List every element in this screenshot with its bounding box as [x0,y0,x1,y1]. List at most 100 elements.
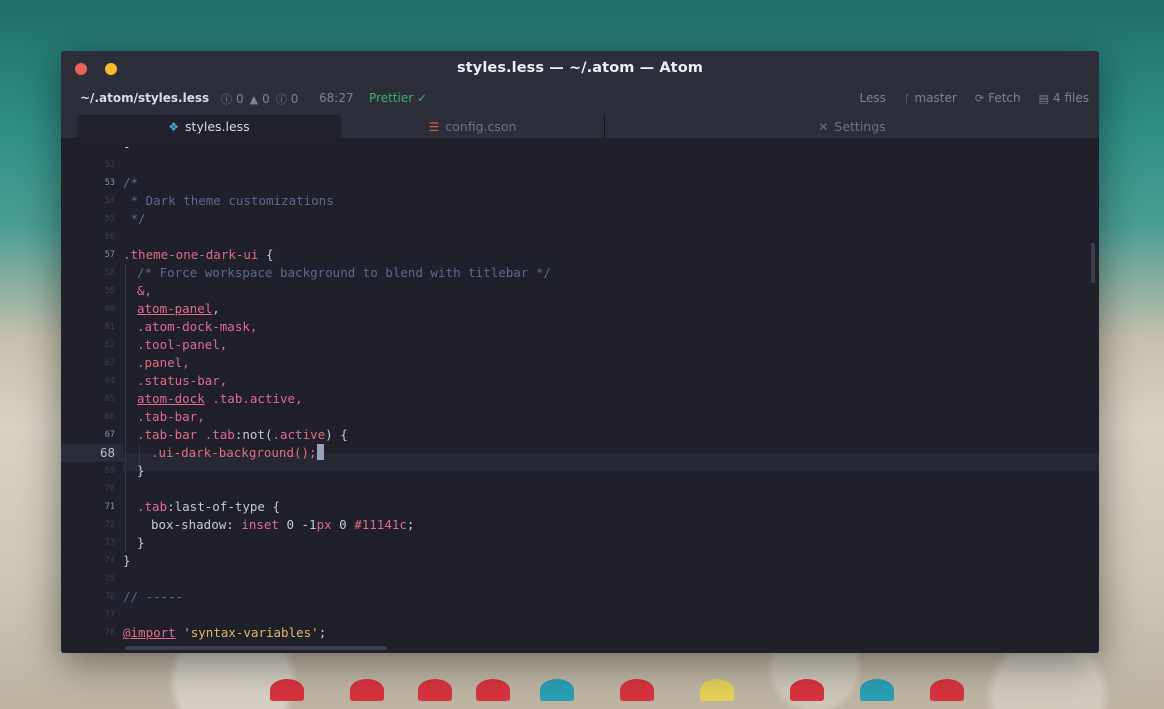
line-number: 62 [104,340,115,350]
branch-icon: ᚴ [903,91,911,105]
line-number: 61 [104,322,115,332]
tab-bar: ❖ styles.less ☰ config.cson ✕ Settings [61,115,1099,138]
text-editor[interactable]: 52 53 54 55 56 57 58 59 60 61 62 63 64 6… [61,138,1099,653]
database-icon: ☰ [428,119,440,134]
line-number: 75 [104,574,115,584]
line-number: 63 [104,358,115,368]
tab-config-cson[interactable]: ☰ config.cson [341,115,605,138]
vertical-scrollbar[interactable] [1091,243,1095,283]
tab-styles-less[interactable]: ❖ styles.less [77,115,341,138]
line-number: 53 [104,178,115,188]
line-number: 73 [104,538,115,548]
git-branch[interactable]: ᚴ master [904,91,957,105]
files-label: 4 files [1053,91,1089,105]
line-number: 64 [104,376,115,386]
color-value: #11141c [354,517,407,532]
comment: /* [123,175,139,190]
line-number: 76 [104,592,115,602]
line-number: 67 [104,430,115,440]
selector: .panel, [137,355,190,370]
linter-diagnostics[interactable]: ⓘ 0 ▲ 0 ⓘ 0 [221,91,298,107]
brace: } [123,553,131,568]
line-number: 71 [104,502,115,512]
string: 'syntax-variables' [175,625,319,640]
line-number: 66 [104,412,115,422]
pseudo-class: :not( [234,427,273,442]
changed-files[interactable]: ▤ 4 files [1039,91,1089,105]
selector: .tool-panel, [137,337,228,352]
error-count: 0 [236,92,244,106]
info-count: 0 [290,92,299,106]
selector: .status-bar, [137,373,228,388]
fetch-label: Fetch [988,91,1021,105]
code-token: - [123,139,131,154]
line-number: 60 [104,304,115,314]
mixin-call: .ui-dark-background(); [151,445,317,460]
value: 0 -1 [286,517,317,532]
file-path[interactable]: ~/.atom/styles.less [80,91,209,105]
line-number: 72 [104,520,115,530]
line-number: 77 [104,610,115,620]
pseudo-class: :last-of-type { [167,499,280,514]
indent-guide [125,264,126,552]
selector: &, [137,283,153,298]
horizontal-scrollbar[interactable] [125,646,387,650]
line-number: 74 [104,556,115,566]
tag-selector: atom-panel [137,301,213,316]
file-diff-icon: ▤ [1038,91,1050,105]
brace: { [258,247,274,262]
prettier-status[interactable]: Prettier ✓ [369,91,427,105]
error-icon: ⓘ [221,93,232,106]
status-bar: ~/.atom/styles.less ⓘ 0 ▲ 0 ⓘ 0 68:27 Pr… [61,91,1099,111]
branch-label: master [914,91,957,105]
tab-label: styles.less [185,119,250,134]
line-number: 69 [104,466,115,476]
line-number: 58 [104,268,115,278]
tools-icon: ✕ [818,119,829,134]
titlebar: styles.less — ~/.atom — Atom ~/.atom/sty… [61,51,1099,138]
warning-icon: ▲ [249,92,259,106]
line-number: 57 [104,250,115,260]
line-number: 70 [104,484,115,494]
sync-icon: ⟳ [974,91,985,105]
selector: .atom-dock-mask, [137,319,258,334]
current-line-number: 68 [61,444,123,462]
warning-count: 0 [262,92,270,106]
line-number: 78 [104,628,115,638]
tab-label: Settings [834,119,886,134]
cursor-position[interactable]: 68:27 [319,91,354,105]
selector: .active [272,427,326,442]
comment: * Dark theme customizations [123,193,334,208]
info-icon: ⓘ [275,93,287,106]
selector: .tab-bar, [137,409,205,424]
window-title: styles.less — ~/.atom — Atom [457,60,703,76]
line-number: 59 [104,286,115,296]
css-icon: ❖ [168,119,180,134]
code-area[interactable]: - /* * Dark theme customizations */ .the… [123,138,1087,653]
grammar-label: Less [859,91,886,105]
at-rule: @import [123,625,176,640]
value: 0 [339,517,355,532]
tab-label: config.cson [445,119,517,134]
line-number-gutter: 52 53 54 55 56 57 58 59 60 61 62 63 64 6… [61,138,123,653]
comment: */ [123,211,146,226]
brace: } [137,535,145,550]
comment: /* Force workspace background to blend w… [137,265,551,280]
brace: ) { [325,427,348,442]
value: inset [241,517,287,532]
tab-settings[interactable]: ✕ Settings [605,115,1099,138]
property: box-shadow: [151,517,242,532]
comment: // ----- [123,589,184,604]
line-number: 65 [104,394,115,404]
line-number: 56 [104,232,115,242]
atom-window: styles.less — ~/.atom — Atom ~/.atom/sty… [61,51,1099,653]
text-cursor [316,444,324,460]
fetch-button[interactable]: ⟳ Fetch [975,91,1021,105]
selector: .tab [137,499,168,514]
unit: px [316,517,340,532]
selector: .theme-one-dark-ui [123,247,259,262]
tag-selector: atom-dock [137,391,205,406]
line-number: 55 [104,214,115,224]
line-number: 54 [104,196,115,206]
grammar-selector[interactable]: Less [860,91,886,105]
